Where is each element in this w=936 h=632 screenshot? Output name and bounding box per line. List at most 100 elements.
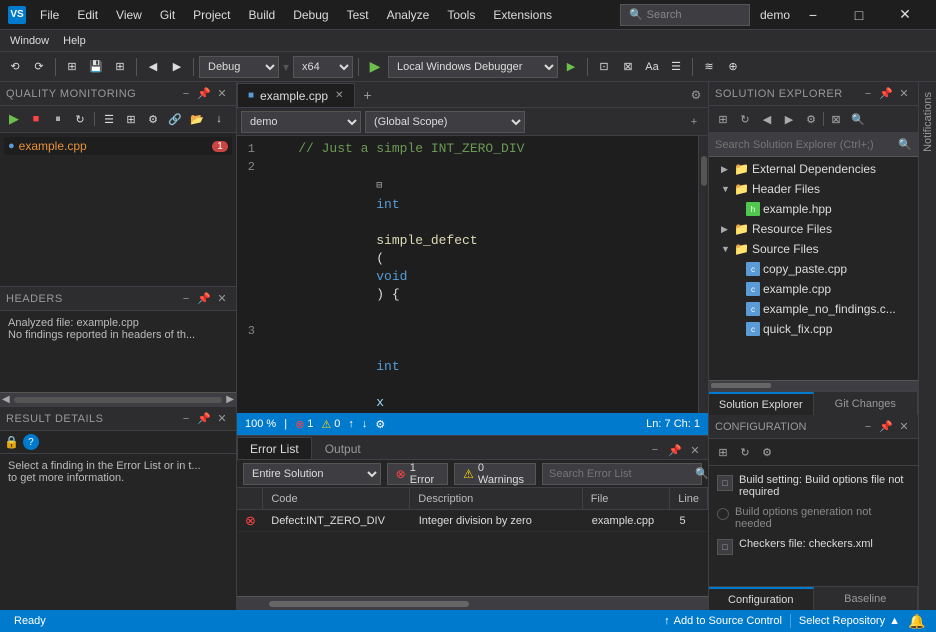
qt-list[interactable]: ☰ bbox=[99, 109, 119, 129]
menu-window[interactable]: Window bbox=[4, 33, 55, 49]
baseline-tab[interactable]: Baseline bbox=[814, 587, 919, 610]
nav-down[interactable]: ↓ bbox=[362, 418, 368, 430]
headers-btn1[interactable]: − bbox=[178, 291, 194, 307]
config-tb-btn1[interactable]: ⊞ bbox=[713, 442, 733, 462]
debugger-select[interactable]: Local Windows Debugger bbox=[388, 56, 558, 78]
toolbar-save-btn[interactable]: 💾 bbox=[85, 56, 107, 78]
sol-tb-btn6[interactable]: ⊠ bbox=[826, 109, 846, 129]
toolbar-btn-extra6[interactable]: ⊕ bbox=[722, 56, 744, 78]
select-repo-btn[interactable]: Select Repository ▲ bbox=[793, 610, 906, 632]
bell-icon[interactable]: 🔔 bbox=[906, 610, 928, 632]
toolbar-btn-extra5[interactable]: ≋ bbox=[698, 56, 720, 78]
toolbar-debug-btn[interactable]: ▶ bbox=[560, 56, 582, 78]
sol-pin[interactable]: 📌 bbox=[878, 86, 894, 102]
quality-file-item[interactable]: ● example.cpp 1 bbox=[4, 137, 232, 155]
col-header-code[interactable]: Code bbox=[263, 488, 410, 509]
quality-panel-pin[interactable]: 📌 bbox=[196, 86, 212, 102]
config-tb-btn2[interactable]: ↻ bbox=[735, 442, 755, 462]
tab-add-button[interactable]: + bbox=[355, 83, 379, 107]
menu-analyze[interactable]: Analyze bbox=[379, 4, 438, 26]
status-ready[interactable]: Ready bbox=[8, 610, 52, 632]
tree-quickfix-cpp[interactable]: ▶ c quick_fix.cpp bbox=[709, 319, 918, 339]
error-list-tab[interactable]: Error List bbox=[237, 437, 312, 459]
hscroll-left[interactable]: ◀ bbox=[2, 394, 10, 405]
qt-settings[interactable]: ⚙ bbox=[143, 109, 163, 129]
tree-example-hpp[interactable]: ▶ h example.hpp bbox=[709, 199, 918, 219]
config-btn1[interactable]: − bbox=[860, 419, 876, 435]
error-count-badge[interactable]: ⊗ 1 Error bbox=[387, 463, 448, 485]
qt-stop[interactable]: ■ bbox=[26, 109, 46, 129]
warning-count-badge[interactable]: ⚠ 0 Warnings bbox=[454, 463, 536, 485]
run-button[interactable]: ▶ bbox=[364, 56, 386, 78]
headers-pin[interactable]: 📌 bbox=[196, 291, 212, 307]
sol-tb-btn2[interactable]: ↻ bbox=[735, 109, 755, 129]
sol-tb-btn4[interactable]: ▶ bbox=[779, 109, 799, 129]
tab-close-btn[interactable]: ✕ bbox=[334, 89, 344, 102]
close-button[interactable]: ✕ bbox=[882, 0, 928, 30]
error-panel-btn1[interactable]: − bbox=[646, 441, 664, 459]
menu-git[interactable]: Git bbox=[152, 4, 183, 26]
sol-btn1[interactable]: − bbox=[860, 86, 876, 102]
hscroll-right[interactable]: ▶ bbox=[226, 394, 234, 405]
tree-example-cpp[interactable]: ▶ c example.cpp bbox=[709, 279, 918, 299]
arch-select[interactable]: x64 bbox=[293, 56, 353, 78]
qt-link[interactable]: 🔗 bbox=[165, 109, 185, 129]
menu-test[interactable]: Test bbox=[339, 4, 377, 26]
status-gear[interactable]: ⚙ bbox=[375, 418, 385, 431]
error-panel-pin[interactable]: 📌 bbox=[666, 441, 684, 459]
editor-scrollbar[interactable] bbox=[698, 136, 708, 413]
tree-resource-files[interactable]: ▶ 📁 Resource Files bbox=[709, 219, 918, 239]
result-close[interactable]: ✕ bbox=[214, 411, 230, 427]
scope-select-1[interactable]: demo bbox=[241, 111, 361, 133]
tree-header-files[interactable]: ▼ 📁 Header Files bbox=[709, 179, 918, 199]
toolbar-saveall-btn[interactable]: ⊞ bbox=[109, 56, 131, 78]
qt-filter[interactable]: ⊞ bbox=[121, 109, 141, 129]
toolbar-back-btn[interactable]: ◀ bbox=[142, 56, 164, 78]
toolbar-redo-btn[interactable]: ⟳ bbox=[28, 56, 50, 78]
menu-view[interactable]: View bbox=[108, 4, 150, 26]
tree-example-nofindings[interactable]: ▶ c example_no_findings.c... bbox=[709, 299, 918, 319]
sol-tb-btn1[interactable]: ⊞ bbox=[713, 109, 733, 129]
sol-tb-btn7[interactable]: 🔍 bbox=[848, 109, 868, 129]
col-header-num[interactable] bbox=[237, 488, 263, 509]
add-source-control-btn[interactable]: ↑ Add to Source Control bbox=[658, 610, 788, 632]
configuration-tab[interactable]: Configuration bbox=[709, 587, 814, 610]
solution-explorer-tab[interactable]: Solution Explorer bbox=[709, 392, 814, 415]
toolbar-nav-btn[interactable]: ⊞ bbox=[61, 56, 83, 78]
output-tab[interactable]: Output bbox=[312, 437, 374, 459]
error-scrollbar[interactable] bbox=[237, 596, 708, 610]
error-scope-select[interactable]: Entire Solution bbox=[243, 463, 381, 485]
menu-tools[interactable]: Tools bbox=[439, 4, 483, 26]
sol-search-input[interactable] bbox=[715, 139, 894, 151]
qt-play[interactable]: ▶ bbox=[4, 109, 24, 129]
config-tb-btn3[interactable]: ⚙ bbox=[757, 442, 777, 462]
notifications-label[interactable]: Notifications bbox=[922, 86, 934, 158]
menu-project[interactable]: Project bbox=[185, 4, 238, 26]
menu-debug[interactable]: Debug bbox=[285, 4, 336, 26]
toolbar-btn-extra2[interactable]: ⊠ bbox=[617, 56, 639, 78]
result-btn1[interactable]: − bbox=[178, 411, 194, 427]
quality-panel-close[interactable]: ✕ bbox=[214, 86, 230, 102]
config-close[interactable]: ✕ bbox=[896, 419, 912, 435]
scope-select-2[interactable]: (Global Scope) bbox=[365, 111, 525, 133]
menu-edit[interactable]: Edit bbox=[69, 4, 106, 26]
headers-scrollbar[interactable]: ◀ ▶ bbox=[0, 392, 236, 406]
git-changes-tab[interactable]: Git Changes bbox=[814, 392, 919, 415]
toolbar-btn-extra1[interactable]: ⊡ bbox=[593, 56, 615, 78]
col-header-file[interactable]: File bbox=[583, 488, 671, 509]
result-pin[interactable]: 📌 bbox=[196, 411, 212, 427]
debug-config-select[interactable]: Debug bbox=[199, 56, 279, 78]
menu-help[interactable]: Help bbox=[57, 33, 92, 49]
headers-close[interactable]: ✕ bbox=[214, 291, 230, 307]
qt-pause[interactable]: ⏸ bbox=[48, 109, 68, 129]
tree-source-files[interactable]: ▼ 📁 Source Files bbox=[709, 239, 918, 259]
qt-refresh[interactable]: ↻ bbox=[70, 109, 90, 129]
error-panel-close[interactable]: ✕ bbox=[686, 441, 704, 459]
config-pin[interactable]: 📌 bbox=[878, 419, 894, 435]
search-box[interactable]: 🔍 Search bbox=[620, 4, 750, 26]
maximize-button[interactable]: □ bbox=[836, 0, 882, 30]
tree-copypaste-cpp[interactable]: ▶ c copy_paste.cpp bbox=[709, 259, 918, 279]
menu-file[interactable]: File bbox=[32, 4, 67, 26]
col-header-desc[interactable]: Description bbox=[410, 488, 582, 509]
editor-tab-example-cpp[interactable]: ■ example.cpp ✕ bbox=[237, 83, 355, 107]
